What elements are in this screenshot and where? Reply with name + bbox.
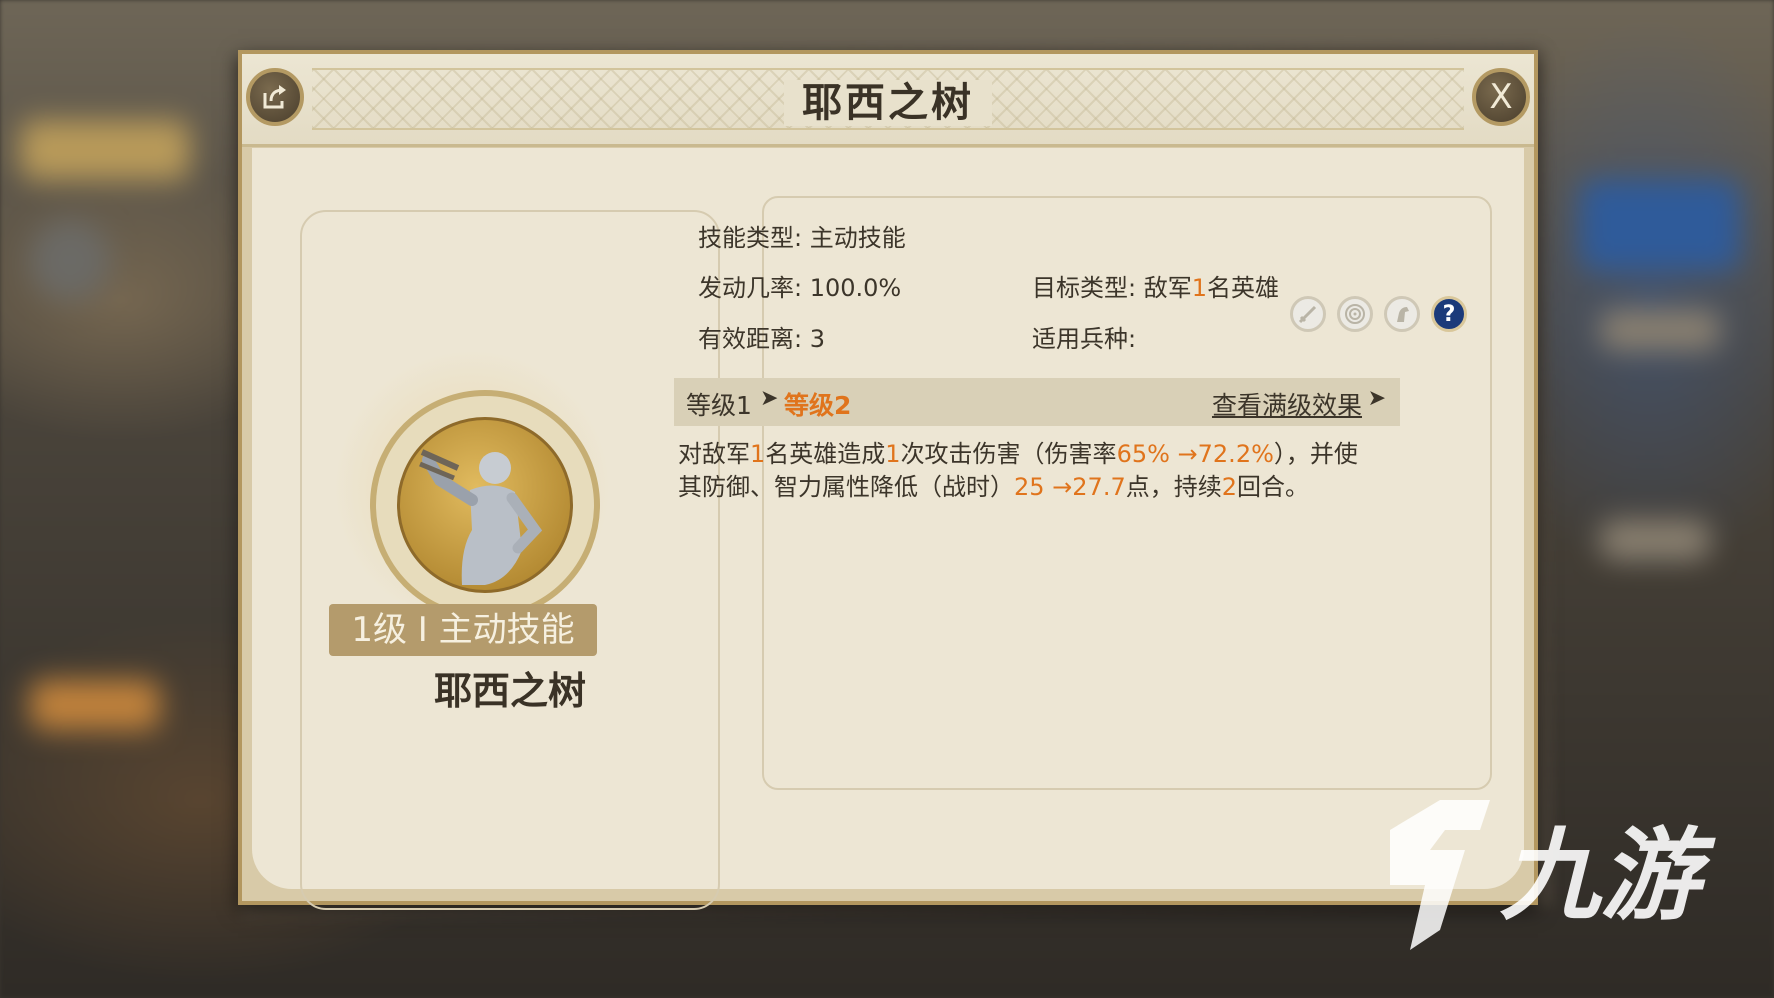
dialog-title: 耶西之树 <box>784 80 992 126</box>
chevron-right-icon: ➤ <box>1367 386 1386 411</box>
view-full-effect-link[interactable]: 查看满级效果 <box>1212 386 1362 422</box>
level-next: 等级2 <box>784 391 852 420</box>
skill-name: 耶西之树 <box>433 669 586 713</box>
skill-type: 技能类型: 主动技能 <box>698 224 906 252</box>
sword-icon <box>1290 296 1326 332</box>
unit-type-icons: ? <box>1290 296 1467 332</box>
skill-level-badge: 1级 I 主动技能 <box>329 604 597 656</box>
target-suffix: 名英雄 <box>1207 274 1279 302</box>
level-bar: 等级1 ➤ 等级2 查看满级效果 ➤ <box>674 378 1400 426</box>
share-icon <box>263 85 286 109</box>
target-count: 1 <box>1191 274 1207 302</box>
svg-text:九游: 九游 <box>1500 817 1716 934</box>
close-button[interactable]: X <box>1472 68 1530 126</box>
effective-range: 有效距离: 3 <box>698 325 825 353</box>
skill-medallion <box>370 390 600 620</box>
arrow-right-icon: ➤ <box>760 386 779 411</box>
title-bar: 耶西之树 X <box>242 54 1534 147</box>
skill-description: 对敌军1名英雄造成1次攻击伤害（伤害率65% →72.2%），并使其防御、智力属… <box>678 440 1358 501</box>
horse-icon <box>1384 296 1420 332</box>
level-current: 等级1 <box>686 391 752 420</box>
skill-dialog: 耶西之树 X 1级 I 主动技能 耶西之树 技能类型: 主动技能 发动几率: 1… <box>238 50 1538 910</box>
dialog-body: 1级 I 主动技能 耶西之树 技能类型: 主动技能 发动几率: 100.0% 目… <box>252 148 1524 910</box>
skill-portrait-icon <box>397 417 573 593</box>
unit-types-label: 适用兵种: <box>1032 325 1137 353</box>
target-type-label: 目标类型: 敌军 <box>1032 274 1192 302</box>
trigger-rate: 发动几率: 100.0% <box>698 274 902 302</box>
jiuyou-watermark-logo: 九游 <box>1390 800 1716 950</box>
share-button[interactable] <box>246 68 304 126</box>
close-icon: X <box>1489 77 1513 117</box>
target-icon <box>1337 296 1373 332</box>
question-icon[interactable]: ? <box>1431 296 1467 332</box>
target-type: 目标类型: 敌军1名英雄 <box>1032 268 1279 303</box>
